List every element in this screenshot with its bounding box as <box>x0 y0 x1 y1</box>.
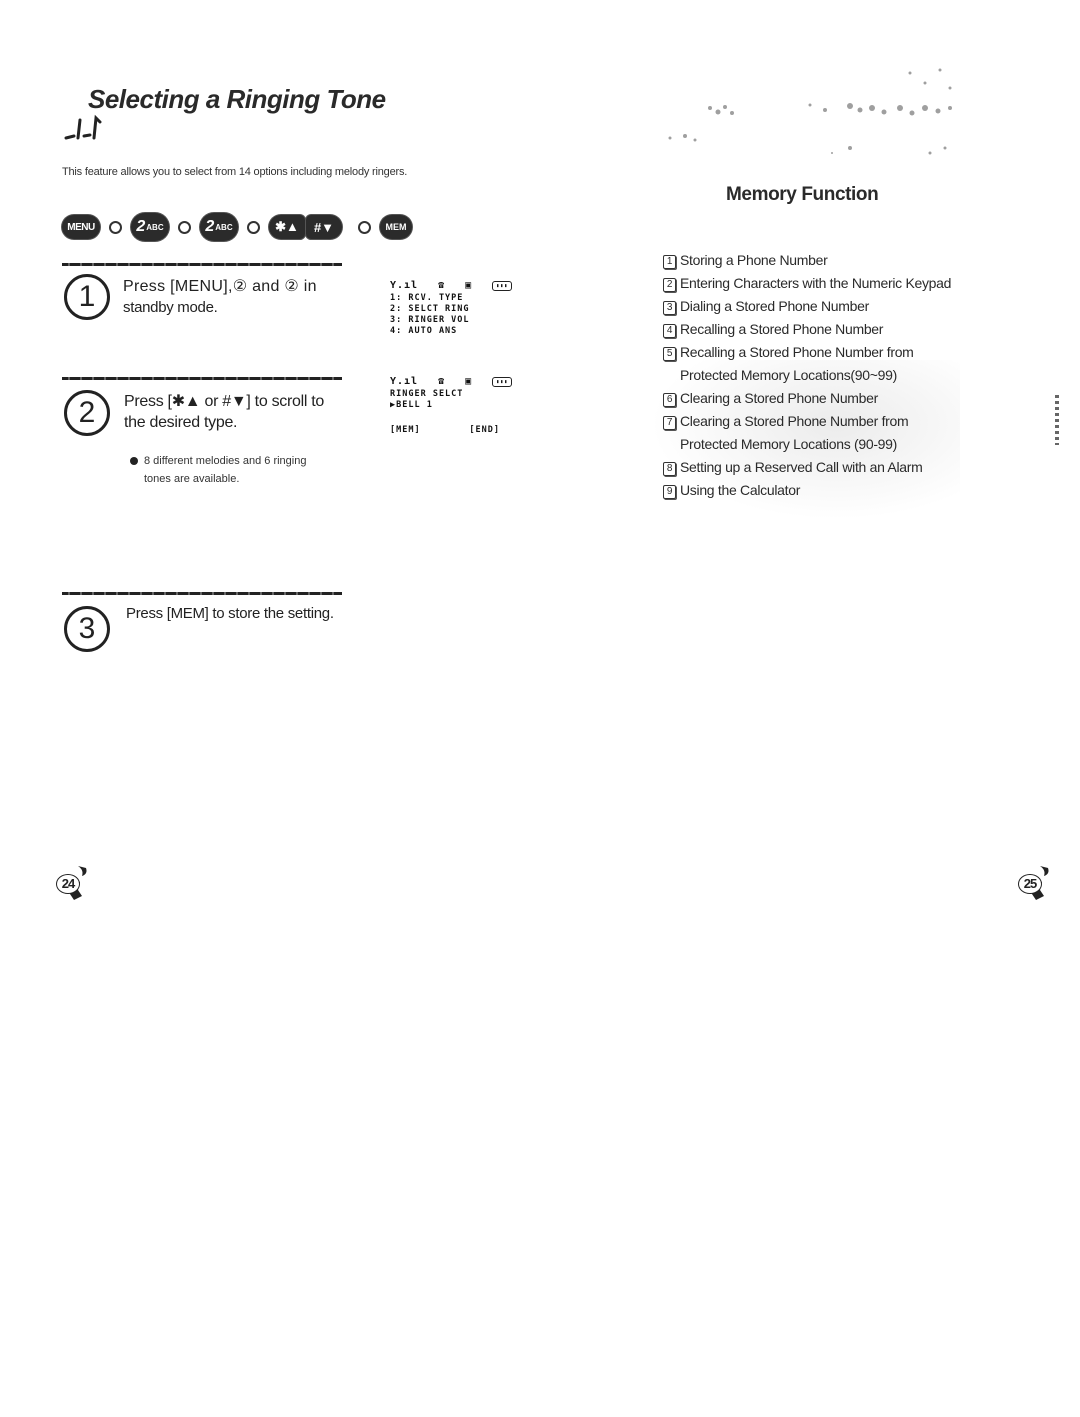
step-2-text: Press [✱▲ or #▼] to scroll to the desire… <box>124 391 354 433</box>
step-number-3: 3 <box>64 606 110 652</box>
toc-item-label: Recalling a Stored Phone Number <box>680 321 884 337</box>
phone-icon: ☎ <box>438 280 446 291</box>
step-number-2: 2 <box>64 390 110 436</box>
number-box-icon: 6 <box>663 393 676 407</box>
number-box-icon: 5 <box>663 347 676 361</box>
phone-display-2: Y.ıl ☎ ▣ ▮▮▮ RINGER SELCT ▶BELL 1 [MEM] … <box>390 376 513 436</box>
number-box-icon: 8 <box>663 462 676 476</box>
note-line1: 8 different melodies and 6 ringing <box>144 455 307 467</box>
step-2-line2: the desired type. <box>124 414 238 431</box>
softkey-mem: [MEM] <box>390 425 421 435</box>
number-box-icon: 1 <box>663 255 676 269</box>
display-line: RINGER SELCT <box>390 389 464 399</box>
toc-item-continuation: Protected Memory Locations (90-99) <box>680 436 898 452</box>
softkey-end: [END] <box>469 425 500 435</box>
number-box-icon: 4 <box>663 324 676 338</box>
toc-item[interactable]: 1 Storing a Phone Number <box>663 249 963 272</box>
key-letters: ABC <box>146 222 164 232</box>
note-line2: tones are available. <box>144 473 240 485</box>
step-number-1: 1 <box>64 274 110 320</box>
sequence-separator-icon <box>178 220 191 234</box>
toc-item-continuation: Protected Memory Locations(90~99) <box>680 367 897 383</box>
display-line: ▶BELL 1 <box>390 400 433 410</box>
toc-item[interactable]: 6 Clearing a Stored Phone Number <box>663 387 963 410</box>
mem-key-icon: MEM <box>380 215 412 239</box>
key-letters: ABC <box>215 222 233 232</box>
battery-icon: ▮▮▮ <box>492 376 513 387</box>
step-1-line1: Press [MENU],② and ② in <box>123 278 317 295</box>
toc-item-label: Setting up a Reserved Call with an Alarm <box>680 459 923 475</box>
toc-item-label: Recalling a Stored Phone Number from <box>680 344 914 360</box>
toc-item-label: Entering Characters with the Numeric Key… <box>680 275 952 291</box>
display-line: 1: RCV. TYPE <box>390 293 464 303</box>
number-box-icon: 7 <box>663 416 676 430</box>
section-title: Memory Function <box>726 184 879 205</box>
step-1-text: Press [MENU],② and ② in standby mode. <box>123 276 348 318</box>
two-abc-key-icon: 2 ABC <box>200 213 238 241</box>
page-number-text: 25 <box>1018 874 1042 894</box>
toc-item[interactable]: 7 Clearing a Stored Phone Number from Pro… <box>663 410 963 456</box>
bullet-icon <box>130 457 138 466</box>
phone-icon: ☎ <box>438 376 446 387</box>
faded-header-graphic-icon <box>668 68 952 155</box>
step-1-line2: standby mode. <box>123 299 218 316</box>
key-sequence: MENU 2 ABC 2 ABC ✱▲ #▼ MEM <box>62 212 412 242</box>
hash-down-key-icon: #▼ <box>306 215 342 239</box>
menu-key-icon: MENU <box>62 215 100 239</box>
page-number-text: 24 <box>56 874 80 894</box>
display-line: 2: SELCT RING <box>390 304 470 314</box>
number-box-icon: 3 <box>663 301 676 315</box>
page-number-24: 24 <box>48 860 94 906</box>
divider <box>62 263 342 266</box>
toc-item-label: Clearing a Stored Phone Number from <box>680 413 909 429</box>
sequence-separator-icon <box>358 220 371 234</box>
divider <box>62 592 342 595</box>
page-title: Selecting a Ringing Tone <box>88 84 386 114</box>
step-2-note: 8 different melodies and 6 ringing tones… <box>130 452 350 488</box>
key-digit: 2 <box>205 218 215 235</box>
phone-display-1: Y.ıl ☎ ▣ ▮▮▮ 1: RCV. TYPE 2: SELCT RING … <box>390 280 513 337</box>
number-box-icon: 9 <box>663 485 676 499</box>
key-digit: 2 <box>136 218 146 235</box>
d-icon: ▣ <box>465 280 473 291</box>
sequence-separator-icon <box>109 220 122 234</box>
step-2-line1: Press [✱▲ or #▼] to scroll to <box>124 393 324 410</box>
signal-icon: Y.ıl <box>390 280 419 291</box>
music-note-decoration-icon <box>64 114 102 140</box>
display-line: 3: RINGER VOL <box>390 315 470 325</box>
toc-item[interactable]: 5 Recalling a Stored Phone Number from Pr… <box>663 341 963 387</box>
two-abc-key-icon: 2 ABC <box>131 213 169 241</box>
number-box-icon: 2 <box>663 278 676 292</box>
margin-scan-mark <box>1055 395 1059 445</box>
star-up-key-icon: ✱▲ <box>269 215 305 239</box>
battery-icon: ▮▮▮ <box>492 280 513 291</box>
intro-text: This feature allows you to select from 1… <box>62 166 408 178</box>
signal-icon: Y.ıl <box>390 376 419 387</box>
table-of-contents: 1 Storing a Phone Number 2 Entering Charac… <box>663 249 963 502</box>
display-line: 4: AUTO ANS <box>390 326 458 336</box>
toc-item-label: Storing a Phone Number <box>680 252 828 268</box>
softkeys: [MEM] [END] <box>390 425 500 436</box>
toc-item-label: Using the Calculator <box>680 482 801 498</box>
toc-item[interactable]: 9 Using the Calculator <box>663 479 963 502</box>
step-3-text: Press [MEM] to store the setting. <box>126 605 334 622</box>
divider <box>62 377 342 380</box>
toc-item[interactable]: 3 Dialing a Stored Phone Number <box>663 295 963 318</box>
toc-item[interactable]: 2 Entering Characters with the Numeric Ke… <box>663 272 963 295</box>
toc-item[interactable]: 8 Setting up a Reserved Call with an Alar… <box>663 456 963 479</box>
sequence-separator-icon <box>247 220 260 234</box>
page-number-25: 25 <box>1010 860 1056 906</box>
toc-item[interactable]: 4 Recalling a Stored Phone Number <box>663 318 963 341</box>
toc-item-label: Clearing a Stored Phone Number <box>680 390 879 406</box>
d-icon: ▣ <box>465 376 473 387</box>
toc-item-label: Dialing a Stored Phone Number <box>680 298 869 314</box>
